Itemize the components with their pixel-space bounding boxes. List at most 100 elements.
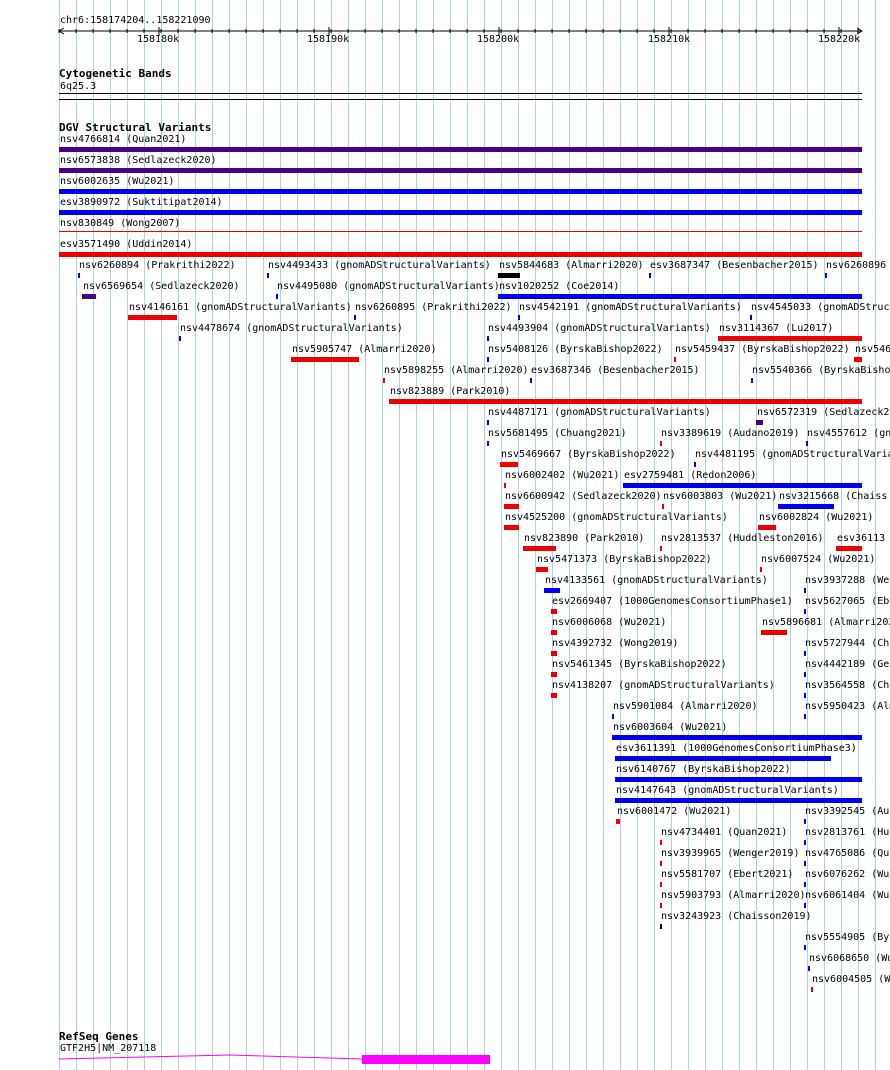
dgv-feature-glyph[interactable] [498, 273, 520, 278]
dgv-feature-glyph[interactable] [804, 819, 806, 824]
dgv-feature-label[interactable]: nsv4493433 (gnomADStructuralVariants) [268, 260, 491, 271]
dgv-feature-label[interactable]: nsv4147643 (gnomADStructuralVariants) [616, 785, 839, 796]
dgv-feature-label[interactable]: nsv5844683 (Almarri2020) [499, 260, 644, 271]
dgv-feature-label[interactable]: nsv5950423 (Alm [805, 701, 890, 712]
dgv-feature-glyph[interactable] [804, 588, 806, 593]
dgv-feature-glyph[interactable] [616, 819, 620, 824]
dgv-feature-label[interactable]: esv3687347 (Besenbacher2015) [650, 260, 819, 271]
dgv-feature-glyph[interactable] [498, 294, 862, 299]
dgv-feature-label[interactable]: nsv6600942 (Sedlazeck2020) [505, 491, 662, 502]
dgv-feature-glyph[interactable] [523, 546, 556, 551]
dgv-feature-glyph[interactable] [128, 315, 177, 320]
dgv-feature-label[interactable]: nsv6569654 (Sedlazeck2020) [83, 281, 240, 292]
dgv-feature-label[interactable]: nsv5581707 (Ebert2021) [661, 869, 793, 880]
dgv-feature-glyph[interactable] [660, 903, 662, 908]
dgv-feature-glyph[interactable] [551, 651, 557, 656]
dgv-feature-glyph[interactable] [59, 168, 862, 173]
dgv-feature-glyph[interactable] [82, 294, 96, 299]
dgv-feature-glyph[interactable] [544, 588, 560, 593]
dgv-feature-label[interactable]: nsv4442189 (Gen [805, 659, 890, 670]
dgv-feature-glyph[interactable] [760, 567, 762, 572]
dgv-feature-glyph[interactable] [59, 147, 862, 152]
dgv-feature-glyph[interactable] [804, 714, 806, 719]
dgv-feature-glyph[interactable] [662, 504, 664, 509]
dgv-feature-glyph[interactable] [78, 273, 80, 278]
dgv-feature-glyph[interactable] [179, 336, 181, 341]
dgv-feature-glyph[interactable] [267, 273, 269, 278]
dgv-feature-label[interactable]: nsv5627065 (Ebe [805, 596, 890, 607]
dgv-feature-label[interactable]: nsv4557612 (gno [807, 428, 890, 439]
dgv-feature-glyph[interactable] [487, 441, 489, 446]
dgv-feature-glyph[interactable] [660, 882, 662, 887]
dgv-feature-glyph[interactable] [504, 525, 519, 530]
dgv-feature-glyph[interactable] [615, 756, 831, 761]
dgv-feature-glyph[interactable] [804, 651, 806, 656]
dgv-feature-glyph[interactable] [530, 378, 532, 383]
dgv-feature-glyph[interactable] [778, 504, 834, 509]
dgv-feature-label[interactable]: nsv1020252 (Coe2014) [499, 281, 619, 292]
dgv-feature-label[interactable]: nsv6007524 (Wu2021) [761, 554, 875, 565]
dgv-feature-glyph[interactable] [504, 504, 519, 509]
dgv-feature-label[interactable]: nsv4392732 (Wong2019) [552, 638, 678, 649]
dgv-feature-label[interactable]: esv3687346 (Besenbacher2015) [531, 365, 700, 376]
dgv-feature-label[interactable]: esv2759481 (Redon2006) [624, 470, 756, 481]
dgv-feature-label[interactable]: nsv4487171 (gnomADStructuralVariants) [488, 407, 711, 418]
dgv-feature-glyph[interactable] [518, 315, 520, 320]
dgv-feature-glyph[interactable] [383, 378, 385, 383]
dgv-feature-label[interactable]: nsv3114367 (Lu2017) [719, 323, 833, 334]
dgv-feature-glyph[interactable] [804, 945, 806, 950]
dgv-feature-glyph[interactable] [59, 252, 862, 257]
dgv-feature-glyph[interactable] [694, 462, 696, 467]
dgv-feature-label[interactable]: nsv3389619 (Audano2019) [661, 428, 799, 439]
dgv-feature-glyph[interactable] [660, 441, 662, 446]
dgv-feature-label[interactable]: nsv4481195 (gnomADStructuralVaria [695, 449, 890, 460]
dgv-feature-label[interactable]: nsv4146161 (gnomADStructuralVariants) [129, 302, 352, 313]
dgv-feature-glyph[interactable] [59, 189, 862, 194]
dgv-feature-glyph[interactable] [612, 735, 862, 740]
dgv-feature-glyph[interactable] [551, 672, 557, 677]
dgv-feature-glyph[interactable] [59, 210, 862, 215]
refseq-gene-model[interactable] [0, 1050, 890, 1070]
dgv-feature-label[interactable]: nsv546 [855, 344, 890, 355]
dgv-feature-glyph[interactable] [615, 798, 862, 803]
dgv-feature-label[interactable]: nsv3243923 (Chaisson2019) [661, 911, 812, 922]
dgv-feature-label[interactable]: nsv5459437 (ByrskaBishop2022) [675, 344, 850, 355]
dgv-feature-label[interactable]: nsv5901084 (Almarri2020) [613, 701, 758, 712]
dgv-feature-label[interactable]: nsv6001472 (Wu2021) [617, 806, 731, 817]
dgv-feature-label[interactable]: nsv6004505 (Wu [812, 974, 890, 985]
dgv-feature-glyph[interactable] [660, 546, 662, 551]
dgv-feature-label[interactable]: nsv4542191 (gnomADStructuralVariants) [519, 302, 742, 313]
dgv-feature-glyph[interactable] [804, 903, 806, 908]
dgv-feature-label[interactable]: nsv6260894 (Prakrithi2022) [79, 260, 236, 271]
dgv-feature-glyph[interactable] [536, 567, 548, 572]
dgv-feature-glyph[interactable] [804, 672, 806, 677]
dgv-feature-glyph[interactable] [674, 357, 676, 362]
dgv-feature-label[interactable]: nsv6003803 (Wu2021) [663, 491, 777, 502]
dgv-feature-label[interactable]: nsv5896681 (Almarri202 [762, 617, 890, 628]
dgv-feature-glyph[interactable] [758, 525, 776, 530]
dgv-feature-glyph[interactable] [836, 546, 862, 551]
dgv-feature-label[interactable]: nsv6002635 (Wu2021) [60, 176, 174, 187]
dgv-feature-label[interactable]: esv36113 [837, 533, 885, 544]
dgv-feature-glyph[interactable] [750, 315, 752, 320]
dgv-feature-glyph[interactable] [804, 882, 806, 887]
dgv-feature-glyph[interactable] [804, 861, 806, 866]
dgv-feature-label[interactable]: nsv4478674 (gnomADStructuralVariants) [180, 323, 403, 334]
dgv-feature-glyph[interactable] [854, 357, 862, 362]
dgv-feature-label[interactable]: nsv5898255 (Almarri2020) [384, 365, 529, 376]
dgv-feature-label[interactable]: nsv6002824 (Wu2021) [759, 512, 873, 523]
dgv-feature-glyph[interactable] [660, 924, 662, 929]
dgv-feature-glyph[interactable] [825, 273, 827, 278]
dgv-feature-glyph[interactable] [551, 609, 557, 614]
dgv-feature-glyph[interactable] [504, 483, 506, 488]
dgv-feature-label[interactable]: nsv3392545 (Auc [805, 806, 890, 817]
dgv-feature-label[interactable]: nsv4525200 (gnomADStructuralVariants) [505, 512, 728, 523]
dgv-feature-label[interactable]: nsv4138207 (gnomADStructuralVariants) [552, 680, 775, 691]
dgv-feature-label[interactable]: nsv6140767 (ByrskaBishop2022) [616, 764, 791, 775]
dgv-feature-glyph[interactable] [59, 231, 862, 232]
dgv-feature-glyph[interactable] [806, 441, 808, 446]
dgv-feature-label[interactable]: esv3890972 (Suktitipat2014) [60, 197, 223, 208]
dgv-feature-label[interactable]: nsv5905747 (Almarri2020) [292, 344, 437, 355]
dgv-feature-label[interactable]: nsv6003604 (Wu2021) [613, 722, 727, 733]
dgv-feature-label[interactable]: nsv3215668 (Chaiss [779, 491, 887, 502]
